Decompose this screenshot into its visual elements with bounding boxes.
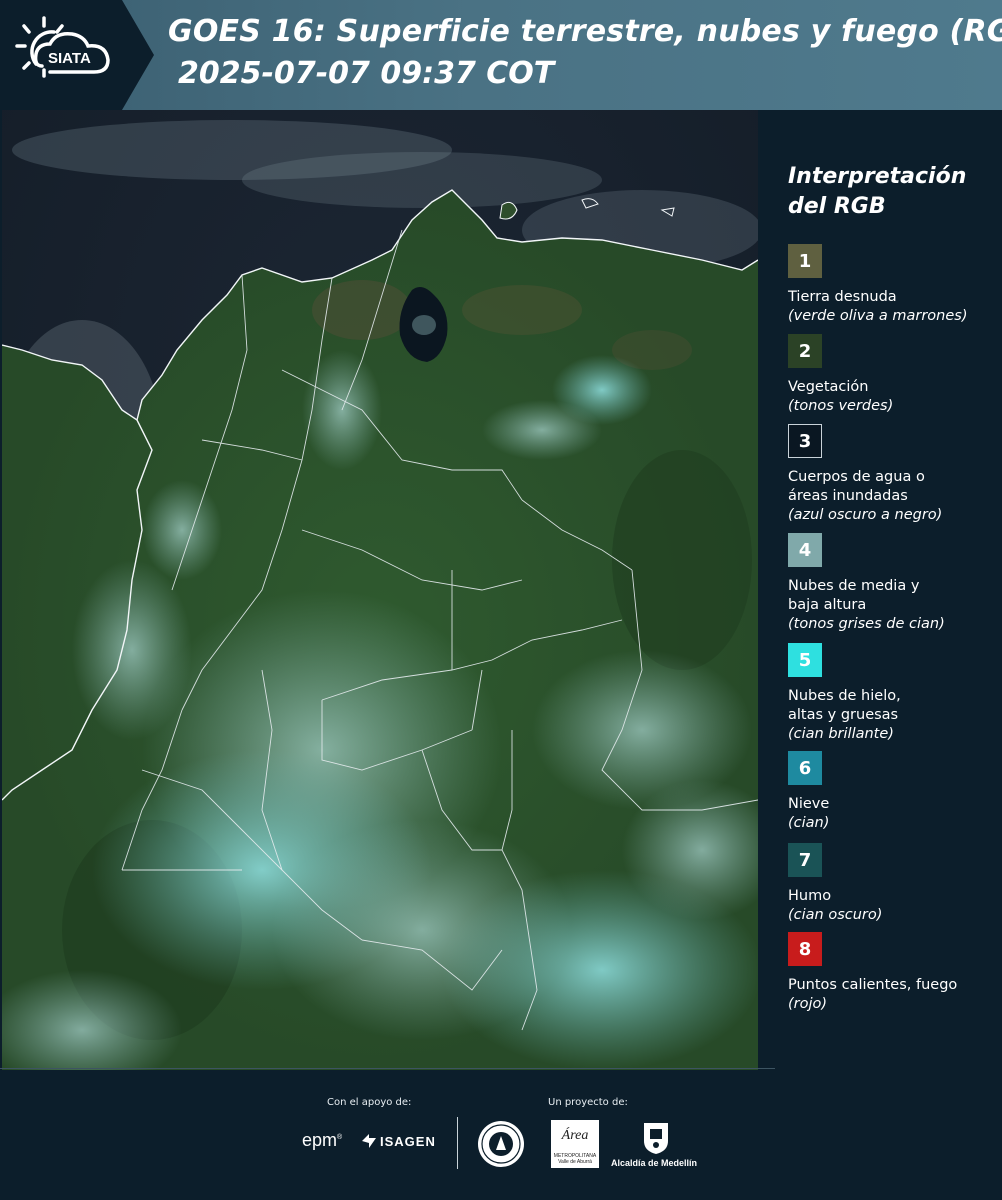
legend-item-2: 2 Vegetación (tonos verdes) [788, 334, 998, 416]
legend-sub-6: (cian) [788, 815, 830, 831]
legend-label-4: Nubes de media y baja altura [788, 578, 920, 613]
amva-logo: Área METROPOLITANA Valle de Aburrá [551, 1120, 599, 1168]
legend-title-line1: Interpretación [788, 164, 967, 189]
legend-swatch-4: 4 [788, 533, 822, 567]
isagen-icon [362, 1134, 376, 1148]
legend-swatch-2: 2 [788, 334, 822, 368]
alcaldia-logo: Alcaldía de Medellín [611, 1158, 698, 1168]
legend-swatch-1: 1 [788, 244, 822, 278]
support-label: Con el apoyo de: [327, 1097, 412, 1108]
epm-logo: epm® [302, 1130, 343, 1150]
alcaldia-shield-icon [644, 1123, 668, 1154]
legend-label-8: Puntos calientes, fuego [788, 977, 958, 993]
amva-word: Área [561, 1128, 589, 1143]
legend-swatch-8: 8 [788, 932, 822, 966]
legend-swatch-7: 7 [788, 843, 822, 877]
legend-item-4: 4 Nubes de media y baja altura (tonos gr… [788, 533, 998, 634]
isagen-logo: ISAGEN [380, 1134, 436, 1149]
legend-label-6: Nieve [788, 796, 830, 812]
legend-item-5: 5 Nubes de hielo, altas y gruesas (cian … [788, 643, 998, 744]
legend-sub-1: (verde oliva a marrones) [788, 308, 968, 324]
project-label: Un proyecto de: [548, 1097, 628, 1108]
legend-sub-4: (tonos grises de cian) [788, 616, 945, 632]
legend-item-1: 1 Tierra desnuda (verde oliva a marrones… [788, 244, 998, 326]
legend-swatch-3: 3 [788, 424, 822, 458]
siata-logo-icon: SIATA [15, 16, 110, 78]
seal-icon [478, 1121, 524, 1167]
header: SIATA GOES 16: Superficie terrestre, nub… [0, 0, 1002, 110]
amva-text: METROPOLITANA Valle de Aburrá [551, 1153, 599, 1165]
legend-label-1: Tierra desnuda [788, 289, 897, 305]
page-datetime: 2025-07-07 09:37 COT [178, 56, 555, 91]
satellite-map[interactable] [2, 110, 758, 1070]
map-image [2, 110, 758, 1070]
legend-sub-7: (cian oscuro) [788, 907, 883, 923]
legend-sub-3: (azul oscuro a negro) [788, 507, 943, 523]
legend-swatch-6: 6 [788, 751, 822, 785]
legend-item-3: 3 Cuerpos de agua o áreas inundadas (azu… [788, 424, 998, 525]
legend-item-8: 8 Puntos calientes, fuego (rojo) [788, 932, 998, 1014]
legend-label-5: Nubes de hielo, altas y gruesas [788, 688, 901, 723]
rgb-legend: Interpretación del RGB 1 Tierra desnuda … [770, 110, 1002, 1070]
legend-item-6: 6 Nieve (cian) [788, 751, 998, 833]
legend-sub-8: (rojo) [788, 996, 828, 1012]
legend-swatch-5: 5 [788, 643, 822, 677]
amva-sub: Valle de Aburrá [558, 1159, 592, 1165]
epm-logo-text: epm [302, 1130, 338, 1150]
legend-sub-2: (tonos verdes) [788, 398, 894, 414]
footer-separator [457, 1117, 458, 1169]
legend-title-line2: del RGB [788, 194, 886, 219]
legend-sub-5: (cian brillante) [788, 726, 894, 742]
legend-label-3: Cuerpos de agua o áreas inundadas [788, 469, 925, 504]
legend-item-7: 7 Humo (cian oscuro) [788, 843, 998, 925]
legend-title: Interpretación del RGB [788, 162, 988, 222]
legend-label-2: Vegetación [788, 379, 869, 395]
page-title: GOES 16: Superficie terrestre, nubes y f… [168, 14, 1002, 49]
footer-divider [0, 1068, 775, 1069]
legend-label-7: Humo [788, 888, 832, 904]
siata-logo-text: SIATA [48, 50, 91, 67]
